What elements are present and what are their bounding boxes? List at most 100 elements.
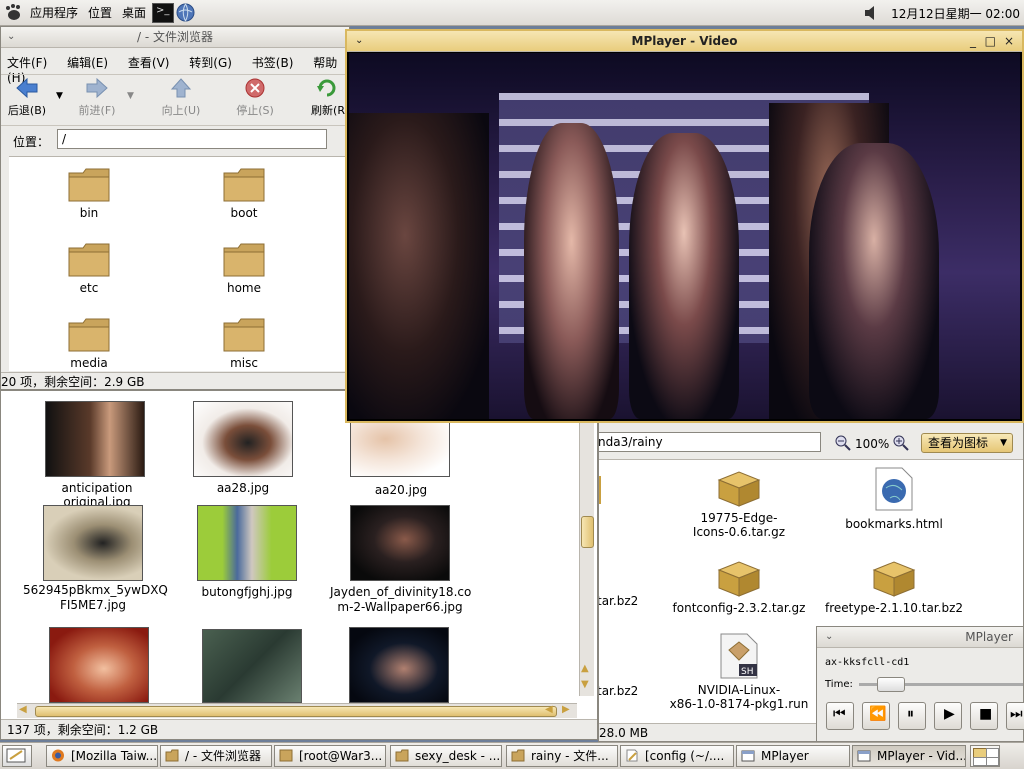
stop-button[interactable]: ■	[970, 702, 998, 730]
file-label: Jayden_of_divinity18.co	[330, 585, 472, 599]
folder-item-home[interactable]: home	[174, 240, 314, 295]
seek-slider-thumb[interactable]	[877, 677, 905, 692]
taskbar-item-mplayer[interactable]: MPlayer	[736, 745, 850, 767]
archive-box-icon	[717, 471, 761, 507]
forward-arrow-icon	[86, 77, 108, 99]
taskbar-item-file-browser[interactable]: / - 文件浏览器	[160, 745, 272, 767]
zoom-in-icon[interactable]	[893, 435, 909, 451]
taskbar-item-mozilla[interactable]: [Mozilla Taiw...	[46, 745, 158, 767]
file-label: m-2-Wallpaper66.jpg	[337, 600, 463, 614]
location-input[interactable]: nda3/rainy	[599, 432, 821, 452]
back-button[interactable]: 后退(B)	[3, 77, 51, 118]
scrollbar-thumb[interactable]	[581, 516, 594, 548]
folder-icon	[223, 318, 265, 352]
scroll-down-icon[interactable]: ▼	[581, 679, 589, 690]
time-label: Time:	[825, 679, 853, 690]
menu-applications[interactable]: 应用程序	[30, 4, 78, 21]
stop-button[interactable]: 停止(S)	[227, 77, 283, 118]
vertical-scrollbar[interactable]: ▲ ▼	[579, 391, 594, 696]
pause-button[interactable]: ⏸	[898, 702, 926, 730]
scrollbar-thumb[interactable]	[35, 706, 557, 717]
menu-edit[interactable]: 编辑(E)	[67, 56, 108, 70]
html-document-icon	[875, 467, 913, 511]
minimize-icon[interactable]: _	[970, 31, 976, 51]
file-icon-view: bin boot etc home media misc	[9, 156, 349, 371]
menu-bookmarks[interactable]: 书签(B)	[252, 56, 294, 70]
dancer-2	[629, 133, 739, 419]
file-item-fontconfig[interactable]: fontconfig-2.3.2.tar.gz	[669, 558, 809, 615]
workspace-switcher[interactable]	[970, 745, 1000, 767]
folder-item-media[interactable]: media	[19, 315, 159, 370]
scroll-left-icon[interactable]: ◀	[19, 704, 27, 715]
folder-item-misc[interactable]: misc	[174, 315, 314, 370]
up-button[interactable]: 向上(U)	[153, 77, 209, 118]
thumbnail-image[interactable]	[202, 629, 302, 703]
folder-icon	[68, 243, 110, 277]
close-icon[interactable]: ×	[1004, 31, 1014, 51]
file-item-freetype[interactable]: freetype-2.1.10.tar.bz2	[824, 558, 964, 615]
window-menu-chevron-icon[interactable]: ⌄	[825, 627, 833, 647]
file-item-edge-icons[interactable]: 19775-Edge- Icons-0.6.tar.gz	[669, 468, 809, 539]
thumbnail-image[interactable]	[197, 505, 297, 581]
browser-globe-icon[interactable]	[176, 3, 195, 22]
show-desktop-button[interactable]	[2, 745, 32, 767]
forward-history-chevron-icon[interactable]: ▼	[127, 91, 134, 101]
dancer-left	[349, 113, 489, 419]
window-menu-chevron-icon[interactable]: ⌄	[7, 27, 15, 47]
clock[interactable]: 12月12日星期一 02:00	[891, 5, 1020, 22]
folder-icon	[223, 168, 265, 202]
back-history-chevron-icon[interactable]: ▼	[56, 91, 63, 101]
zoom-out-icon[interactable]	[835, 435, 851, 451]
folder-item-boot[interactable]: boot	[174, 165, 314, 220]
thumbnail-image[interactable]	[43, 505, 143, 581]
folder-item-etc[interactable]: etc	[19, 240, 159, 295]
file-item-tar-bz2[interactable]: tar.bz2	[599, 684, 638, 698]
menu-go[interactable]: 转到(G)	[189, 56, 232, 70]
menu-desktop[interactable]: 桌面	[122, 4, 146, 21]
skip-forward-button[interactable]: ⏭	[1006, 702, 1024, 730]
window-menu-chevron-icon[interactable]: ⌄	[355, 31, 363, 51]
scroll-up-icon[interactable]: ▲	[581, 663, 589, 674]
thumbnail-image[interactable]	[49, 627, 149, 703]
rewind-button[interactable]: ⏪	[862, 702, 890, 730]
workspace-4[interactable]	[986, 757, 999, 766]
file-item-nvidia[interactable]: SH NVIDIA-Linux- x86-1.0-8174-pkg1.run	[669, 632, 809, 711]
thumbnail-image[interactable]	[193, 401, 293, 477]
terminal-launcher-icon[interactable]: >_	[152, 3, 174, 23]
gnome-foot-icon[interactable]	[4, 3, 22, 21]
mplayer-video-titlebar[interactable]: ⌄ MPlayer - Video _ □ ×	[347, 31, 1022, 52]
skip-back-button[interactable]: ⏮	[826, 702, 854, 730]
maximize-icon[interactable]: □	[985, 31, 996, 51]
taskbar-item-mplayer-video[interactable]: MPlayer - Vid...	[852, 745, 966, 767]
scroll-right-icon[interactable]: ▶	[562, 704, 570, 715]
file-item-bookmarks[interactable]: bookmarks.html	[824, 466, 964, 531]
video-frame[interactable]	[349, 53, 1020, 419]
file-browser-window: ⌄ / - 文件浏览器 文件(F) 编辑(E) 查看(V) 转到(G) 书签(B…	[0, 26, 350, 390]
taskbar-item-config[interactable]: [config (~/....	[620, 745, 734, 767]
location-input[interactable]: /	[57, 129, 327, 149]
volume-icon[interactable]	[864, 5, 878, 21]
menu-file[interactable]: 文件(F)	[7, 56, 47, 70]
taskbar-item-terminal[interactable]: [root@War3...	[274, 745, 386, 767]
thumbnail-image[interactable]	[45, 401, 145, 477]
view-as-dropdown[interactable]: 查看为图标 ▼	[921, 433, 1013, 453]
menu-places[interactable]: 位置	[88, 4, 112, 21]
show-desktop-icon	[6, 748, 26, 763]
play-button[interactable]: ▶	[934, 702, 962, 730]
taskbar-item-rainy[interactable]: rainy - 文件...	[506, 745, 618, 767]
archive-icon-partial	[599, 476, 601, 504]
file-browser-titlebar[interactable]: ⌄ / - 文件浏览器	[1, 27, 349, 48]
reload-button[interactable]: 刷新(R	[303, 77, 349, 118]
workspace-3[interactable]	[973, 757, 987, 766]
forward-button[interactable]: 前进(F)	[71, 77, 123, 118]
scroll-left-icon[interactable]: ◀	[545, 704, 553, 715]
folder-item-bin[interactable]: bin	[19, 165, 159, 220]
mplayer-control-titlebar[interactable]: ⌄ MPlayer	[817, 627, 1023, 648]
file-item-tar-bz2[interactable]: tar.bz2	[599, 594, 638, 608]
zoom-level[interactable]: 100%	[855, 437, 889, 451]
horizontal-scrollbar[interactable]: ◀ ◀ ▶	[17, 703, 577, 718]
taskbar-item-sexy-desk[interactable]: sexy_desk - ...	[390, 745, 502, 767]
thumbnail-image[interactable]	[349, 627, 449, 703]
thumbnail-image[interactable]	[350, 505, 450, 581]
menu-view[interactable]: 查看(V)	[128, 56, 170, 70]
